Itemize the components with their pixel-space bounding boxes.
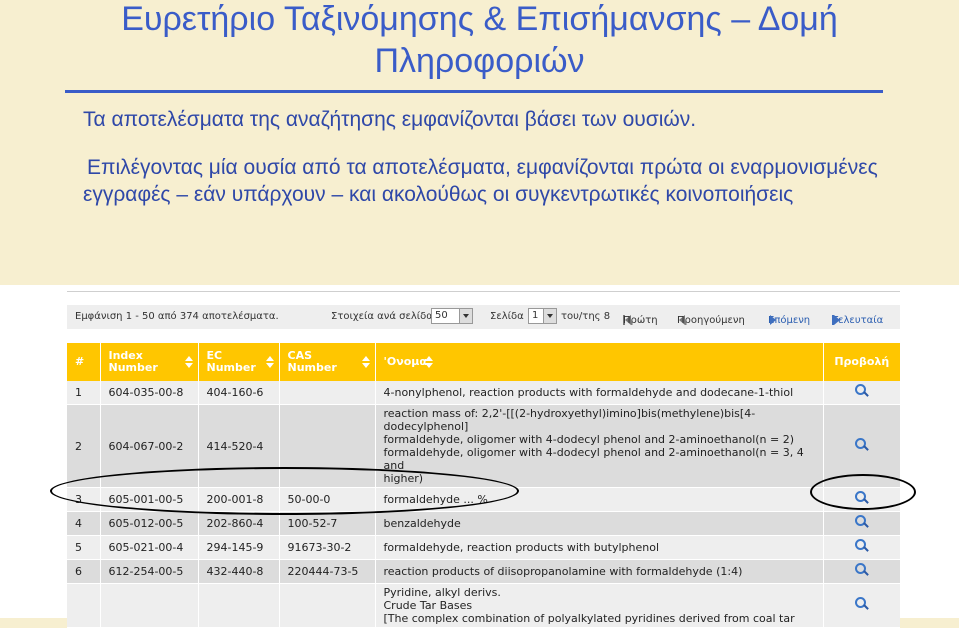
col-header-name[interactable]: 'Ονομα	[375, 343, 824, 381]
per-page-label: Στοιχεία ανά σελίδα	[331, 311, 433, 322]
col-header-ec[interactable]: EC Number	[198, 343, 280, 381]
cell-index: 612-254-00-5	[100, 559, 199, 584]
last-icon	[832, 315, 834, 325]
cell-num: 6	[67, 559, 101, 584]
divider	[67, 291, 900, 292]
slide-paragraph-2: Επιλέγοντας μία ουσία από τα αποτελέσματ…	[83, 156, 878, 206]
table-row: 6 612-254-00-5 432-440-8 220444-73-5 rea…	[67, 559, 900, 584]
sort-icon	[361, 356, 371, 368]
table-row: Pyridine, alkyl derivs. Crude Tar Bases …	[67, 583, 900, 628]
cell-cas: 220444-73-5	[279, 559, 376, 584]
magnifier-icon	[854, 437, 869, 452]
magnifier-icon	[854, 384, 869, 398]
cell-num: 5	[67, 535, 101, 560]
table-header-row: # Index Number EC Number CAS Number 'Ονομα …	[67, 343, 900, 381]
per-page-select[interactable]: 50	[431, 308, 473, 324]
magnifier-icon	[854, 597, 869, 611]
view-button[interactable]	[823, 511, 900, 536]
sort-icon	[184, 356, 194, 368]
chevron-down-icon	[543, 309, 556, 323]
view-button[interactable]	[823, 583, 900, 628]
cell-num: 4	[67, 511, 101, 536]
cell-index	[100, 583, 199, 628]
cell-cas	[279, 583, 376, 628]
cell-index: 605-021-00-4	[100, 535, 199, 560]
slide-paragraph-1: Τα αποτελέσματα της αναζήτησης εμφανίζον…	[83, 108, 697, 131]
page-select[interactable]: 1	[528, 308, 557, 324]
cell-name: formaldehyde, reaction products with but…	[375, 535, 824, 560]
table-row: 5 605-021-00-4 294-145-9 91673-30-2 form…	[67, 535, 900, 560]
pagination-bar: Εμφάνιση 1 - 50 από 374 αποτελέσματα. Στ…	[67, 305, 900, 329]
view-button[interactable]	[823, 559, 900, 584]
sort-icon	[265, 356, 275, 368]
cell-num: 2	[67, 404, 101, 488]
sort-icon	[424, 356, 434, 368]
view-button[interactable]	[823, 381, 900, 405]
cell-ec: 404-160-6	[198, 381, 280, 405]
cell-num: 1	[67, 381, 101, 405]
last-arrow-icon	[834, 315, 840, 325]
cell-cas: 100-52-7	[279, 511, 376, 536]
highlight-oval-row	[50, 467, 519, 515]
cell-name: Pyridine, alkyl derivs. Crude Tar Bases …	[375, 583, 824, 628]
search-results-screenshot: Εμφάνιση 1 - 50 από 374 αποτελέσματα. Στ…	[0, 285, 959, 628]
highlight-oval-view	[810, 474, 916, 510]
magnifier-icon	[854, 563, 869, 577]
table-row: 4 605-012-00-5 202-860-4 100-52-7 benzal…	[67, 511, 900, 536]
col-header-cas[interactable]: CAS Number	[279, 343, 376, 381]
cell-ec	[198, 583, 280, 628]
cell-cas	[279, 381, 376, 405]
col-header-index[interactable]: Index Number	[100, 343, 199, 381]
view-button[interactable]	[823, 535, 900, 560]
cell-ec: 202-860-4	[198, 511, 280, 536]
results-count: Εμφάνιση 1 - 50 από 374 αποτελέσματα.	[75, 311, 279, 322]
cell-name: 4-nonylphenol, reaction products with fo…	[375, 381, 824, 405]
page-of-label: του/της 8	[561, 311, 611, 322]
slide-title-line2: Πληροφοριών	[374, 42, 585, 80]
slide-text-area: Ευρετήριο Ταξινόμησης & Επισήμανσης – Δο…	[0, 0, 959, 285]
cell-index: 604-035-00-8	[100, 381, 199, 405]
cell-index: 605-012-00-5	[100, 511, 199, 536]
chevron-down-icon	[459, 309, 472, 323]
cell-ec: 294-145-9	[198, 535, 280, 560]
col-header-view: Προβολή	[823, 343, 900, 381]
magnifier-icon	[854, 515, 869, 529]
per-page-value: 50	[435, 310, 448, 321]
magnifier-icon	[854, 539, 869, 553]
next-arrow-icon	[770, 315, 776, 325]
cell-name: benzaldehyde	[375, 511, 824, 536]
title-divider	[65, 90, 883, 93]
cell-cas: 91673-30-2	[279, 535, 376, 560]
page-label: Σελίδα	[490, 311, 524, 322]
cell-name: reaction products of diisopropanolamine …	[375, 559, 824, 584]
col-header-num: #	[67, 343, 101, 381]
slide-title-line1: Ευρετήριο Ταξινόμησης & Επισήμανσης – Δο…	[121, 0, 838, 38]
cell-ec: 432-440-8	[198, 559, 280, 584]
page-value: 1	[532, 310, 539, 321]
cell-num	[67, 583, 101, 628]
table-row: 1 604-035-00-8 404-160-6 4-nonylphenol, …	[67, 381, 900, 405]
